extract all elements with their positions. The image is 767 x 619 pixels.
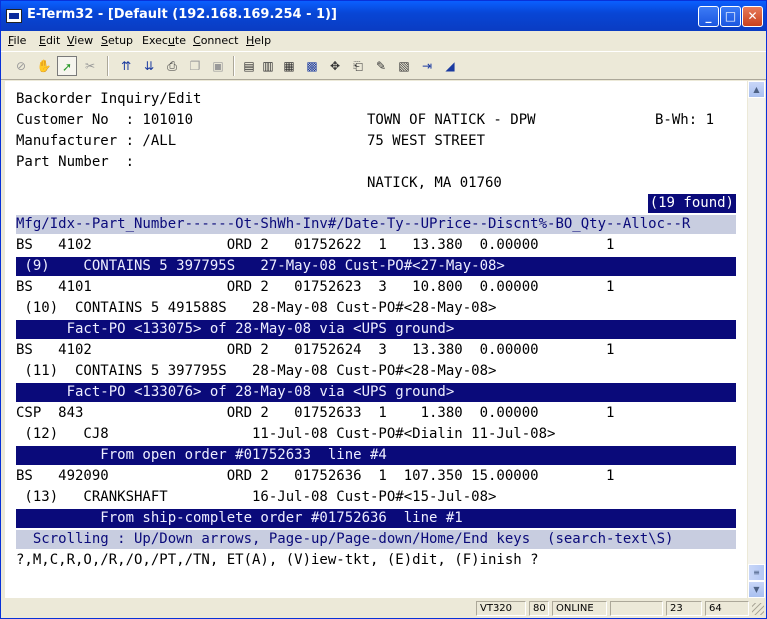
print-icon[interactable]: ⎙ <box>162 56 182 76</box>
paste-icon[interactable]: ▣ <box>208 56 228 76</box>
maximize-button[interactable]: □ <box>720 6 741 27</box>
hand-icon[interactable]: ✋ <box>34 56 54 76</box>
detail-bar-text: From ship-complete order #01752636 line … <box>16 510 463 526</box>
scroll-help: Scrolling : Up/Down arrows, Page-up/Page… <box>16 530 736 549</box>
toolbar-separator <box>107 56 109 76</box>
connect-icon[interactable]: ➚ <box>57 56 77 76</box>
exit-icon[interactable]: ⇥ <box>417 56 437 76</box>
table-row-detail[interactable]: (11) CONTAINS 5 397795S 28-May-08 Cust-P… <box>16 361 496 382</box>
title-bar[interactable]: E-Term32 - [Default (192.168.169.254 - 1… <box>1 1 766 31</box>
menu-bar: File Edit View Setup Execute Connect Hel… <box>1 31 766 50</box>
toolbar: ⊘ ✋ ➚ ✂ ⇈ ⇊ ⎙ ❐ ▣ ▤ ▥ ▦ ▩ ✥ ⎗ ✎ ▧ ⇥ ◢ <box>1 51 766 80</box>
detail-bar[interactable]: Fact-PO <133075> of 28-May-08 via <UPS g… <box>16 320 736 339</box>
scroll-thumb[interactable]: ≡ <box>748 564 765 581</box>
detail-bar[interactable]: From open order #01752633 line #4 <box>16 446 736 465</box>
detail-bar[interactable]: From ship-complete order #01752636 line … <box>16 509 736 528</box>
customer-number: Customer No : 101010 <box>16 112 194 128</box>
receive-icon[interactable]: ⇊ <box>139 56 159 76</box>
table-row[interactable]: BS 492090 ORD 2 01752636 1 107.350 15.00… <box>16 466 614 487</box>
send-icon[interactable]: ⇈ <box>116 56 136 76</box>
table-row-detail[interactable]: (12) CJ8 11-Jul-08 Cust-PO#<Dialin 11-Ju… <box>16 424 555 445</box>
menu-connect[interactable]: Connect <box>193 34 239 47</box>
screen-title: Backorder Inquiry/Edit <box>16 91 202 107</box>
status-columns: 80 <box>529 601 549 616</box>
close-button[interactable]: ✕ <box>742 6 763 27</box>
menu-help[interactable]: Help <box>246 34 271 47</box>
status-blank <box>610 601 663 616</box>
detail-bar-text: From open order #01752633 line #4 <box>16 447 387 463</box>
menu-file[interactable]: File <box>8 34 26 47</box>
status-connection: ONLINE <box>552 601 607 616</box>
status-bar: VT320 80 ONLINE 23 64 <box>1 599 766 618</box>
manufacturer: Manufacturer : /ALL <box>16 133 177 149</box>
table-row-detail[interactable]: (13) CRANKSHAFT 16-Jul-08 Cust-PO#<15-Ju… <box>16 487 496 508</box>
menu-view[interactable]: View <box>67 34 93 47</box>
table-row[interactable]: CSP 843 ORD 2 01752633 1 1.380 0.00000 1 <box>16 403 614 424</box>
detail-bar-text: Fact-PO <133075> of 28-May-08 via <UPS g… <box>16 321 455 337</box>
part-number: Part Number : <box>16 154 135 170</box>
notepad-icon[interactable]: ✎ <box>371 56 391 76</box>
column-header: Mfg/Idx--Part_Number------Ot-ShWh-Inv#/D… <box>16 215 736 234</box>
keyboard-icon[interactable]: ▩ <box>302 56 322 76</box>
draw-icon[interactable]: ◢ <box>440 56 460 76</box>
scroll-down-icon[interactable]: ▼ <box>748 581 765 598</box>
menu-edit[interactable]: Edit <box>39 34 60 47</box>
copy-icon[interactable]: ❐ <box>185 56 205 76</box>
scroll-up-icon[interactable]: ▲ <box>748 81 765 98</box>
detail-bar[interactable]: (9) CONTAINS 5 397795S 27-May-08 Cust-PO… <box>16 257 736 276</box>
resize-grip-icon[interactable] <box>752 603 764 615</box>
printer-icon[interactable]: ⎗ <box>348 56 368 76</box>
vertical-scrollbar[interactable]: ▲ ≡ ▼ <box>748 81 765 598</box>
script-icon[interactable]: ▤ <box>239 56 259 76</box>
table-row[interactable]: BS 4102 ORD 2 01752622 1 13.380 0.00000 … <box>16 235 614 256</box>
status-row: 23 <box>666 601 702 616</box>
detail-bar[interactable]: Fact-PO <133076> of 28-May-08 via <UPS g… <box>16 383 736 402</box>
toolbar-separator <box>233 56 235 76</box>
table-row-detail[interactable]: (10) CONTAINS 5 491588S 28-May-08 Cust-P… <box>16 298 496 319</box>
menu-execute[interactable]: Execute <box>142 34 186 47</box>
customer-name: TOWN OF NATICK - DPW <box>367 112 536 128</box>
window-title: E-Term32 - [Default (192.168.169.254 - 1… <box>27 7 337 22</box>
app-window: E-Term32 - [Default (192.168.169.254 - 1… <box>0 0 767 619</box>
stop-icon[interactable]: ⊘ <box>11 56 31 76</box>
app-icon[interactable] <box>6 9 22 23</box>
disconnect-icon[interactable]: ✂ <box>80 56 100 76</box>
column-header-text: Mfg/Idx--Part_Number------Ot-ShWh-Inv#/D… <box>16 216 691 232</box>
found-count: (19 found) <box>647 194 736 213</box>
minimize-button[interactable]: _ <box>698 6 719 27</box>
status-col: 64 <box>705 601 749 616</box>
table-row[interactable]: BS 4101 ORD 2 01752623 3 10.800 0.00000 … <box>16 277 614 298</box>
capture-icon[interactable]: ▦ <box>279 56 299 76</box>
status-emulation: VT320 <box>476 601 526 616</box>
log-icon[interactable]: ▥ <box>258 56 278 76</box>
address-city: NATICK, MA 01760 <box>367 175 502 191</box>
menu-setup[interactable]: Setup <box>101 34 133 47</box>
calculator-icon[interactable]: ▧ <box>394 56 414 76</box>
command-prompt[interactable]: ?,M,C,R,O,/R,/O,/PT,/TN, ET(A), (V)iew-t… <box>16 550 539 571</box>
table-row[interactable]: BS 4102 ORD 2 01752624 3 13.380 0.00000 … <box>16 340 614 361</box>
address-street: 75 WEST STREET <box>367 133 486 149</box>
move-icon[interactable]: ✥ <box>325 56 345 76</box>
detail-bar-text: (9) CONTAINS 5 397795S 27-May-08 Cust-PO… <box>16 258 505 274</box>
detail-bar-text: Fact-PO <133076> of 28-May-08 via <UPS g… <box>16 384 455 400</box>
warehouse: B-Wh: 1 <box>655 112 715 128</box>
scroll-help-text: Scrolling : Up/Down arrows, Page-up/Page… <box>16 531 674 547</box>
terminal-screen[interactable]: Backorder Inquiry/Edit Customer No : 101… <box>5 81 747 598</box>
